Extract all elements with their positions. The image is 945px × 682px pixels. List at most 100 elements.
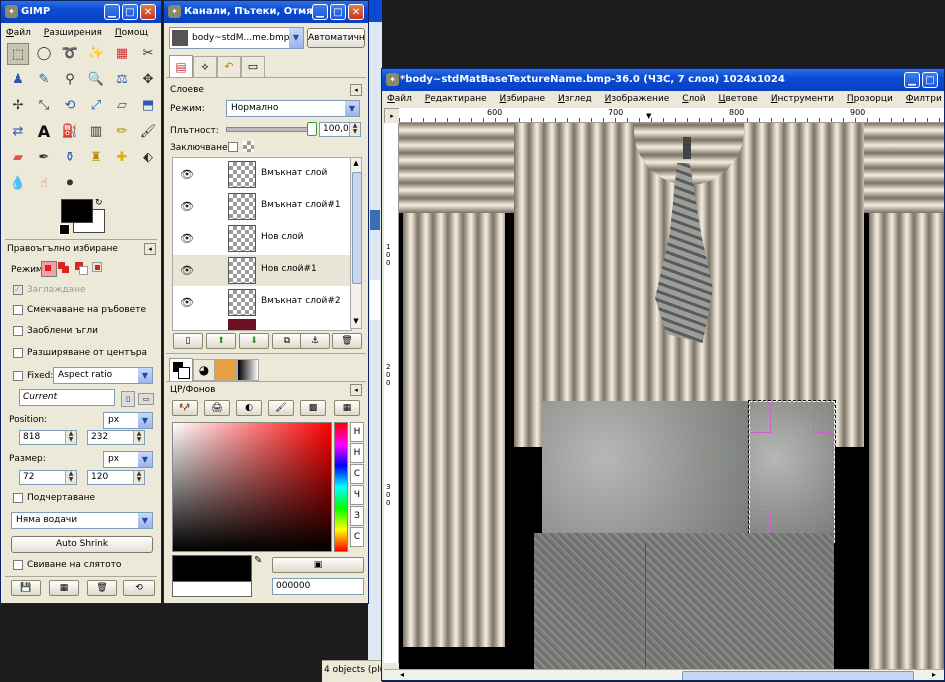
- color-select-tool[interactable]: ▦: [111, 43, 133, 65]
- minimize-button[interactable]: ▁: [904, 72, 920, 88]
- eraser-tool[interactable]: ▰: [7, 147, 29, 169]
- list-item-selected[interactable]: 👁 Нов слой#1: [173, 255, 351, 286]
- channel-letter[interactable]: Н: [350, 422, 364, 442]
- feather-checkbox[interactable]: [13, 305, 23, 315]
- lower-layer-button[interactable]: ⬇: [239, 333, 269, 349]
- highlight-checkbox[interactable]: [13, 493, 23, 503]
- ellipse-select-tool[interactable]: ◯: [33, 43, 55, 65]
- current-fg-color[interactable]: [172, 555, 252, 583]
- channel-letter[interactable]: С: [350, 464, 364, 484]
- delete-options-button[interactable]: 🗑: [87, 580, 117, 596]
- position-x-input[interactable]: 818 ▲ ▼: [19, 430, 77, 445]
- vertical-ruler[interactable]: 100 200 300: [384, 123, 399, 663]
- smudge-tool[interactable]: ☝: [33, 173, 55, 195]
- tab-undo[interactable]: ↶: [217, 56, 241, 78]
- mode-replace-button[interactable]: [41, 261, 57, 277]
- shrink-merged-checkbox[interactable]: [13, 560, 23, 570]
- align-tool[interactable]: ⤡: [33, 95, 55, 117]
- spinner-icon[interactable]: ▲ ▼: [133, 431, 144, 444]
- eye-icon[interactable]: 👁: [180, 200, 194, 213]
- channel-letter[interactable]: Ч: [350, 485, 364, 505]
- tab-patterns[interactable]: [215, 359, 237, 381]
- blur-tool[interactable]: 💧: [7, 173, 29, 195]
- auto-button[interactable]: Автоматично: [307, 28, 365, 48]
- delete-layer-button[interactable]: 🗑: [332, 333, 362, 349]
- spinner-icon[interactable]: ▲ ▼: [133, 471, 144, 484]
- menu-file[interactable]: Файл: [382, 91, 417, 107]
- color-picker-icon[interactable]: ✎: [254, 555, 262, 566]
- ruler-corner[interactable]: ▸: [384, 108, 400, 124]
- selection-handle[interactable]: [813, 402, 834, 433]
- scroll-left-icon[interactable]: ◂: [400, 670, 404, 679]
- perspective-clone-tool[interactable]: ⬖: [137, 147, 159, 169]
- antialias-checkbox[interactable]: ✓: [13, 285, 23, 295]
- hue-strip[interactable]: [334, 422, 348, 552]
- menu-filters[interactable]: Филтри: [901, 91, 944, 107]
- foreground-select-tool[interactable]: ♟: [7, 69, 29, 91]
- restore-options-button[interactable]: ▦: [49, 580, 79, 596]
- fuzzy-select-tool[interactable]: ✨: [85, 43, 107, 65]
- menu-view[interactable]: Изглед: [553, 91, 597, 107]
- color-picker-square[interactable]: [172, 422, 332, 552]
- fixed-checkbox[interactable]: [13, 371, 23, 381]
- rotate-tool[interactable]: ⟲: [59, 95, 81, 117]
- scroll-right-icon[interactable]: ▸: [932, 670, 936, 679]
- selection-handle[interactable]: [750, 402, 771, 433]
- list-item[interactable]: 👁 Нов слой: [173, 223, 351, 254]
- image-selector[interactable]: body~stdM...me.bmp-36 ▼: [169, 27, 304, 49]
- opacity-slider[interactable]: [226, 127, 316, 132]
- close-button[interactable]: ✕: [348, 4, 364, 20]
- color-history-button[interactable]: ▣: [272, 557, 364, 573]
- free-select-tool[interactable]: ➰: [59, 43, 81, 65]
- toolbox-titlebar[interactable]: ✦ GIMP ▁ □ ✕: [1, 1, 161, 23]
- eye-icon[interactable]: 👁: [180, 232, 194, 245]
- flip-tool[interactable]: ⇄: [7, 121, 29, 143]
- layers-dialog-titlebar[interactable]: ✦ Канали, Пътеки, Отмя... ▁ □ ✕: [164, 1, 368, 23]
- move-tool-2[interactable]: ✥: [137, 69, 159, 91]
- horizontal-scrollbar[interactable]: ◂ ▸: [384, 669, 944, 680]
- move-tool[interactable]: ✢: [7, 95, 29, 117]
- tab-gradients[interactable]: [237, 359, 259, 381]
- minimize-button[interactable]: ▁: [104, 4, 120, 20]
- scrollbar-thumb[interactable]: [682, 671, 914, 680]
- menu-layer[interactable]: Слой: [677, 91, 710, 107]
- list-item[interactable]: 👁 Вмъкнат слой: [173, 159, 351, 190]
- spinner-icon[interactable]: ▲ ▼: [65, 431, 76, 444]
- fg-bg-menu-icon[interactable]: ◂: [350, 384, 362, 396]
- blend-tool[interactable]: ▥: [85, 121, 107, 143]
- selection-marquee[interactable]: [748, 400, 836, 544]
- tab-brushes[interactable]: ◕: [193, 359, 215, 381]
- menu-image[interactable]: Изображение: [600, 91, 675, 107]
- zoom-tool[interactable]: 🔍: [85, 69, 107, 91]
- eye-icon[interactable]: 👁: [180, 264, 194, 277]
- scale-tool[interactable]: ⤢: [85, 95, 107, 117]
- watercolor-mode-button[interactable]: ▩: [300, 400, 326, 416]
- shear-tool[interactable]: ▱: [111, 95, 133, 117]
- size-height-input[interactable]: 120 ▲ ▼: [87, 470, 145, 485]
- tool-options-menu-icon[interactable]: ◂: [144, 243, 156, 255]
- rounded-corners-checkbox[interactable]: [13, 326, 23, 336]
- tab-paths[interactable]: ⟡: [193, 56, 217, 78]
- channel-letter[interactable]: З: [350, 506, 364, 526]
- text-tool[interactable]: A: [33, 121, 55, 143]
- horizontal-ruler[interactable]: 600 700 800 900 ▼: [399, 108, 944, 123]
- reset-options-button[interactable]: ⟲: [123, 580, 155, 596]
- portrait-icon[interactable]: ▯: [121, 391, 135, 407]
- save-options-button[interactable]: 💾: [11, 580, 41, 596]
- palette-mode-button[interactable]: ▦: [334, 400, 360, 416]
- menu-windows[interactable]: Прозорци: [842, 91, 898, 107]
- duplicate-layer-button[interactable]: ⧉: [272, 333, 302, 349]
- menu-file[interactable]: Файл: [1, 25, 36, 41]
- cmyk-mode-button[interactable]: 🖨: [204, 400, 230, 416]
- guides-select[interactable]: Няма водачи ▼: [11, 512, 153, 529]
- hex-color-input[interactable]: 000000: [272, 578, 364, 595]
- opacity-input[interactable]: 100,0 ▲ ▼: [319, 122, 361, 137]
- mode-intersect-button[interactable]: [92, 262, 104, 274]
- image-window-titlebar[interactable]: ✦ *body~stdMatBaseTextureName.bmp-36.0 (…: [382, 69, 944, 91]
- scissors-tool[interactable]: ✂: [137, 43, 159, 65]
- layer-mode-select[interactable]: Нормално ▼: [226, 100, 360, 117]
- fixed-select[interactable]: Aspect ratio ▼: [53, 367, 153, 384]
- foreground-color-swatch[interactable]: [61, 199, 93, 223]
- scales-mode-button[interactable]: 🖌: [268, 400, 294, 416]
- bucket-fill-tool[interactable]: ⛽: [59, 121, 81, 143]
